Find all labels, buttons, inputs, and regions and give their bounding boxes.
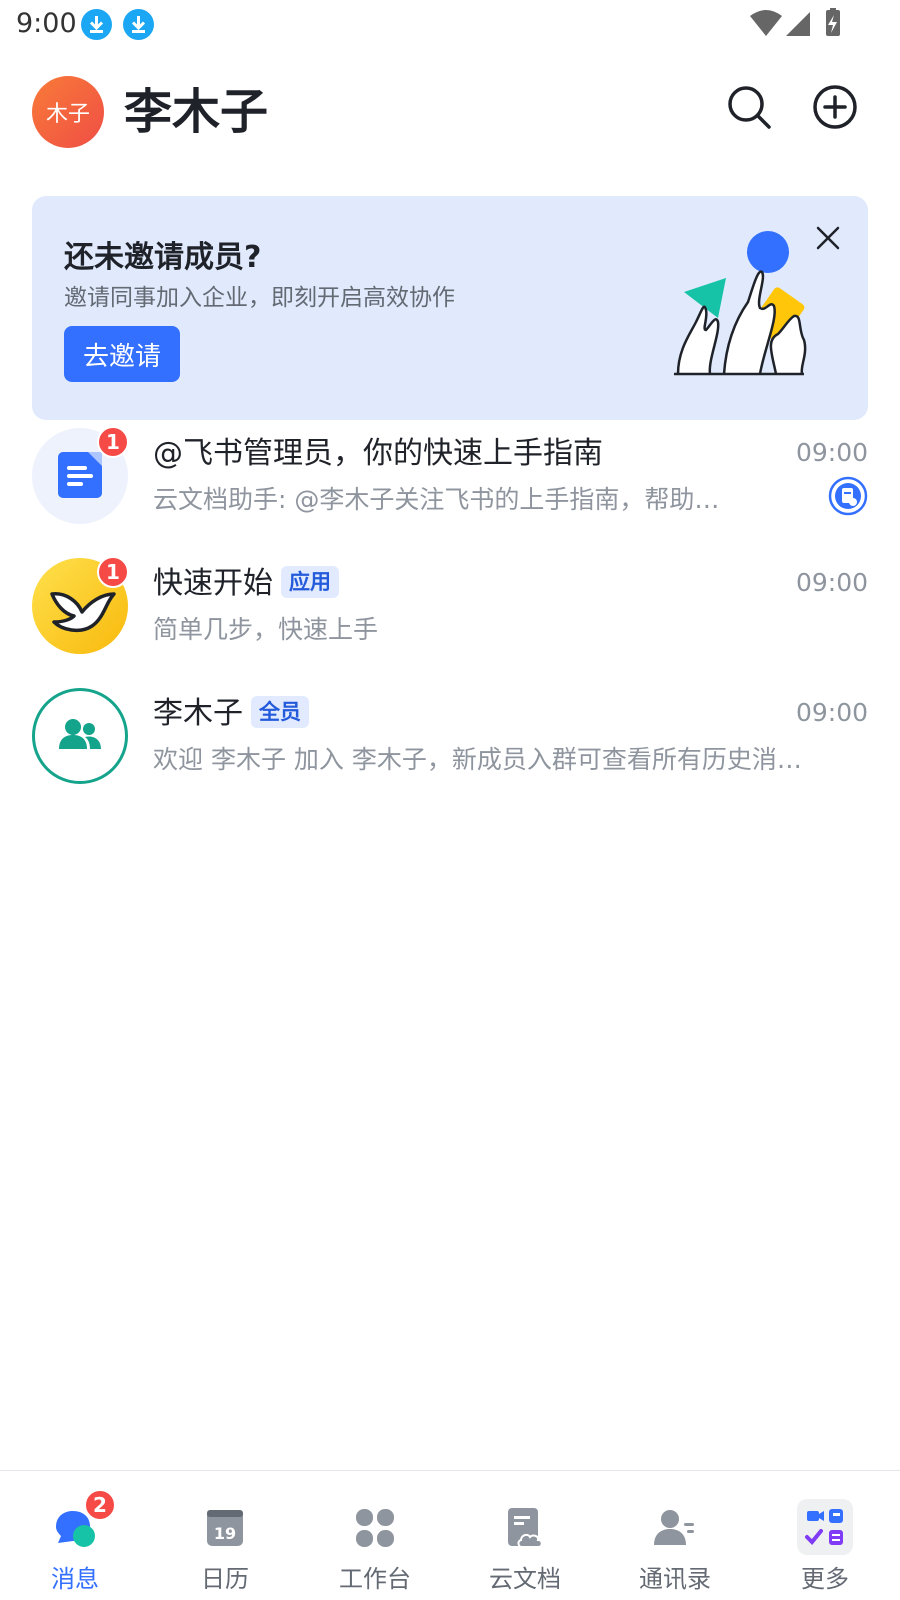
tab-label: 工作台 [339, 1565, 411, 1593]
chat-time: 09:00 [795, 698, 868, 727]
all-members-tag: 全员 [251, 696, 309, 728]
tab-calendar[interactable]: 19 日历 [150, 1471, 300, 1600]
tab-label: 云文档 [489, 1565, 561, 1593]
chat-name: @飞书管理员，你的快速上手指南 [153, 436, 603, 471]
banner-title: 还未邀请成员? [64, 240, 262, 275]
tab-contacts[interactable]: 通讯录 [600, 1471, 750, 1600]
group-icon [59, 719, 101, 749]
unread-badge: 1 [97, 556, 129, 588]
chat-preview: 云文档助手: @李木子关注飞书的上手指南，帮助… [153, 485, 720, 514]
status-time: 9:00 [16, 8, 77, 39]
invite-illustration-icon [674, 231, 807, 376]
invite-button[interactable]: 去邀请 [64, 326, 180, 382]
tab-badge: 2 [84, 1489, 116, 1521]
avatar-text: 木子 [45, 102, 90, 127]
more-apps-icon [797, 1499, 853, 1555]
banner-subtitle: 邀请同事加入企业，即刻开启高效协作 [64, 285, 455, 311]
chat-item-admin-guide[interactable]: 1 @飞书管理员，你的快速上手指南 09:00 云文档助手: @李木子关注飞书的… [0, 426, 900, 556]
user-avatar[interactable]: 木子 [32, 76, 104, 148]
system-status-icons [750, 8, 840, 36]
calendar-day: 19 [214, 1524, 236, 1543]
chat-name-row: 李木子 全员 [153, 694, 309, 734]
add-circle-icon[interactable] [812, 84, 858, 130]
tab-more[interactable]: 更多 [750, 1471, 900, 1600]
invite-banner: 还未邀请成员? 邀请同事加入企业，即刻开启高效协作 去邀请 [32, 196, 868, 420]
tab-cloud-docs[interactable]: 云文档 [450, 1471, 600, 1600]
download-icon [123, 9, 154, 40]
tab-label: 更多 [801, 1565, 849, 1593]
tab-label: 消息 [51, 1565, 99, 1593]
cloud-doc-icon [508, 1508, 543, 1548]
contacts-icon [654, 1510, 694, 1545]
download-icon [81, 9, 112, 40]
chat-avatar [32, 688, 128, 784]
tab-messages[interactable]: 2 消息 [0, 1471, 150, 1600]
status-bar: 9:00 [0, 0, 900, 48]
workplace-icon [356, 1509, 394, 1547]
close-icon[interactable] [812, 222, 844, 254]
chat-name: 快速开始 [153, 566, 273, 601]
bottom-tab-bar: 2 消息 19 日历 工作台 云文档 通讯录 更多 [0, 1470, 900, 1600]
chat-time: 09:00 [795, 568, 868, 597]
chat-preview: 简单几步，快速上手 [153, 615, 379, 644]
chat-preview: 欢迎 李木子 加入 李木子，新成员入群可查看所有历史消… [153, 745, 802, 774]
tab-workplace[interactable]: 工作台 [300, 1471, 450, 1600]
tab-label: 通讯录 [639, 1565, 711, 1593]
page-title: 李木子 [124, 84, 269, 140]
chat-item-all-members[interactable]: 李木子 全员 09:00 欢迎 李木子 加入 李木子，新成员入群可查看所有历史消… [0, 688, 900, 816]
calendar-icon: 19 [207, 1510, 243, 1546]
chat-time: 09:00 [795, 438, 868, 467]
doc-assistant-icon [828, 476, 868, 516]
chat-item-quick-start[interactable]: 1 快速开始 应用 09:00 简单几步，快速上手 [0, 556, 900, 686]
search-icon[interactable] [726, 84, 772, 130]
app-tag: 应用 [281, 566, 339, 598]
unread-badge: 1 [97, 426, 129, 458]
chat-name: 李木子 [153, 696, 243, 731]
tab-label: 日历 [201, 1565, 249, 1593]
chat-name-row: 快速开始 应用 [153, 564, 339, 604]
